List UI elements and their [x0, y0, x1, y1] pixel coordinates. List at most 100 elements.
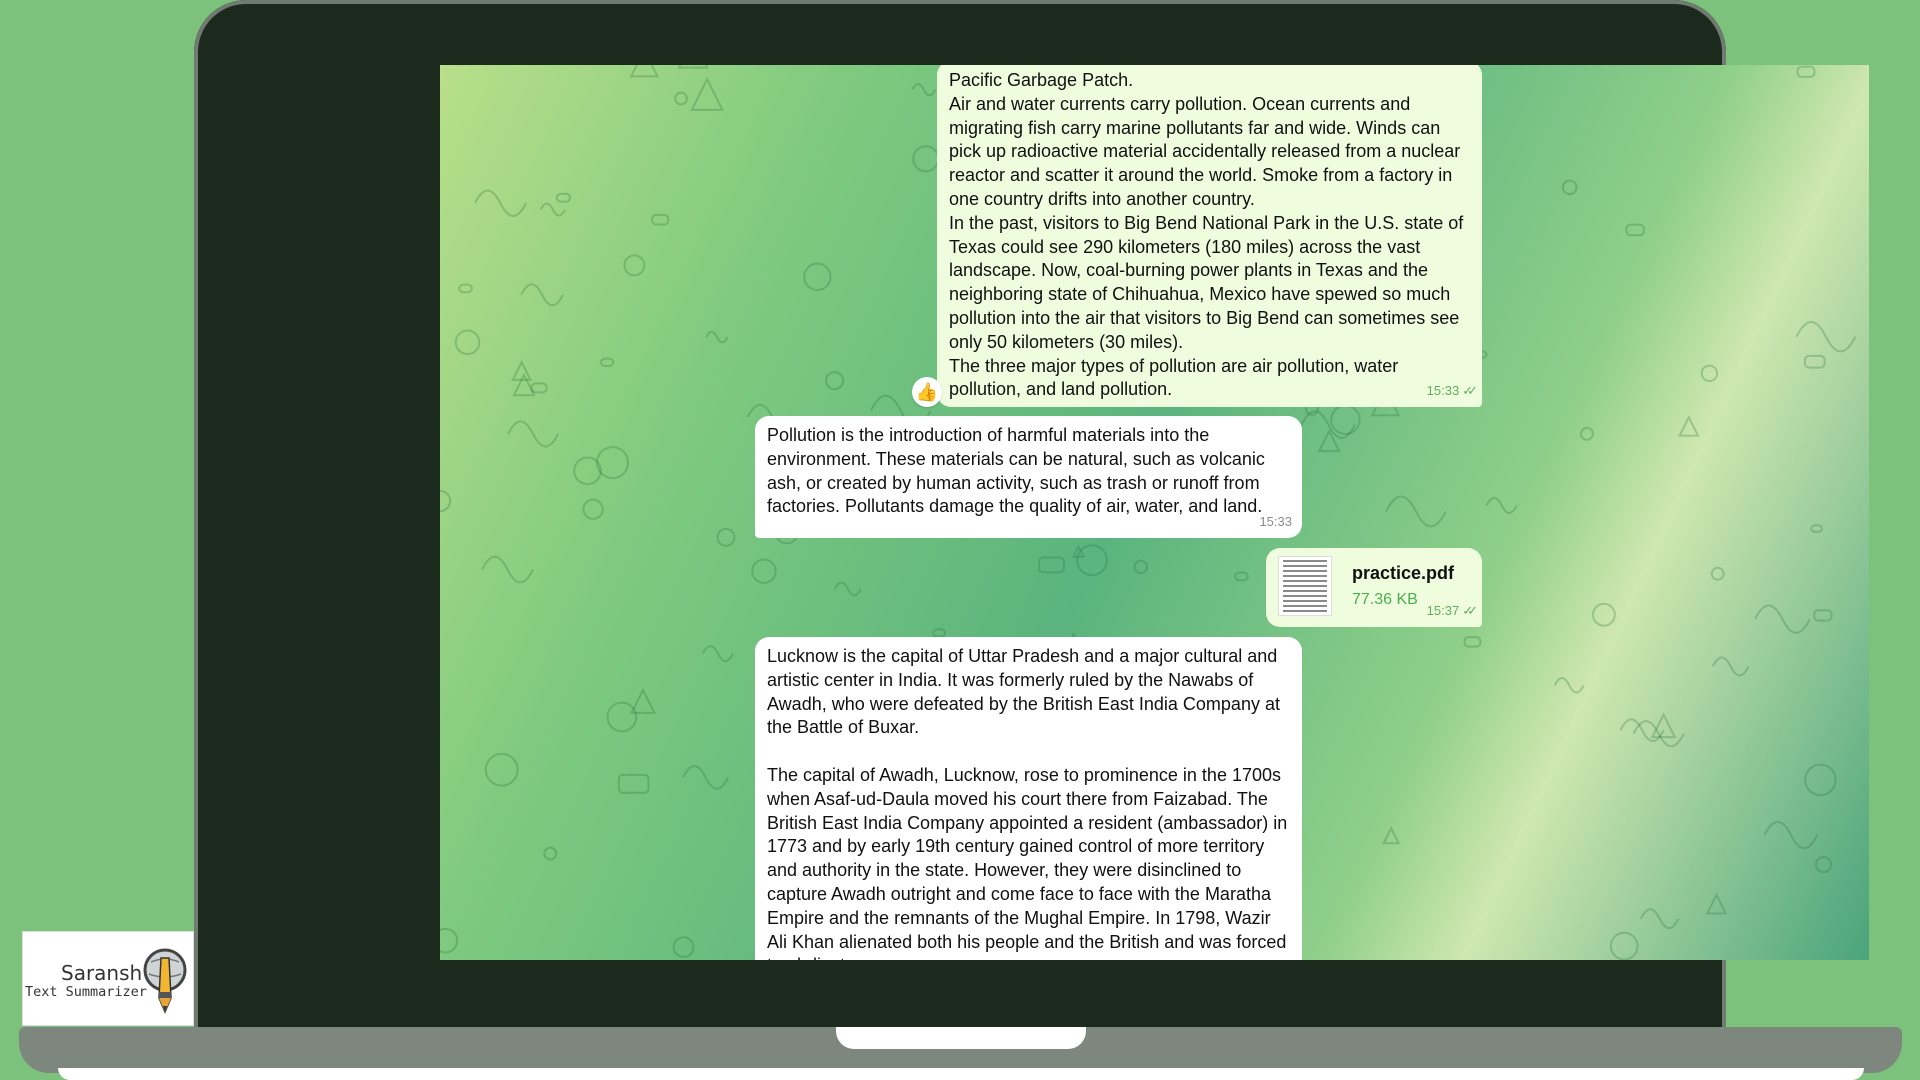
wallpaper-doodle	[606, 701, 638, 733]
wallpaper-doodle	[1711, 656, 1750, 677]
wallpaper-doodle	[672, 936, 695, 959]
wallpaper-doodle	[629, 65, 660, 78]
wallpaper-doodle	[596, 446, 630, 480]
wallpaper-doodle	[1803, 354, 1826, 369]
wallpaper-doodle	[1580, 426, 1594, 441]
wallpaper-doodle	[1795, 321, 1857, 353]
wallpaper-doodle	[1639, 908, 1680, 930]
wallpaper-doodle	[1814, 856, 1832, 874]
wallpaper-doodle	[716, 527, 736, 547]
saransh-logo: Saransh Text Summarizer	[22, 931, 194, 1026]
outgoing-message-1[interactable]: Pacific Garbage Patch. Air and water cur…	[937, 65, 1482, 407]
wallpaper-doodle	[600, 357, 615, 368]
wallpaper-doodle	[1133, 559, 1149, 575]
wallpaper-doodle	[1485, 496, 1518, 514]
laptop-frame: Pacific Garbage Patch. Air and water cur…	[194, 0, 1869, 1040]
incoming-message-1[interactable]: Pollution is the introduction of harmful…	[755, 416, 1302, 538]
thumbs-up-reaction[interactable]: 👍	[912, 377, 942, 407]
wallpaper-doodle	[1796, 65, 1816, 78]
message-paragraph: The capital of Awadh, Lucknow, rose to p…	[767, 764, 1288, 960]
thumbs-up-icon: 👍	[915, 381, 939, 402]
message-paragraph: Lucknow is the capital of Uttar Pradesh …	[767, 646, 1280, 738]
wallpaper-doodle	[651, 213, 670, 226]
double-check-icon: ✓✓	[1462, 603, 1478, 619]
wallpaper-doodle	[1609, 931, 1639, 960]
wallpaper-doodle	[682, 765, 730, 790]
message-time: 15:37	[1426, 603, 1460, 619]
wallpaper-doodle	[1561, 179, 1578, 196]
wallpaper-doodle	[1677, 415, 1700, 437]
wallpaper-doodle	[1710, 566, 1725, 581]
wallpaper-doodle	[825, 371, 845, 391]
wallpaper-doodle	[1381, 825, 1401, 845]
wallpaper-doodle	[481, 555, 534, 584]
logo-title: Saransh	[61, 961, 143, 985]
double-check-icon: ✓✓	[1462, 383, 1478, 399]
wallpaper-doodle	[440, 489, 452, 513]
wallpaper-doodle	[677, 65, 710, 69]
wallpaper-doodle	[1330, 404, 1361, 436]
message-paragraph: Pacific Garbage Patch.	[949, 70, 1134, 90]
wallpaper-doodle	[484, 752, 519, 787]
laptop-hinge-notch	[836, 1027, 1086, 1049]
wallpaper-doodle	[1038, 556, 1065, 574]
outgoing-file-message[interactable]: practice.pdf 77.36 KB 15:37 ✓✓	[1266, 548, 1482, 627]
wallpaper-doodle	[530, 382, 548, 394]
wallpaper-doodle	[617, 773, 650, 794]
wallpaper-doodle	[1810, 524, 1823, 533]
wallpaper-doodle	[932, 628, 947, 638]
message-text: Pollution is the introduction of harmful…	[767, 425, 1265, 517]
message-time: 15:33	[1426, 383, 1460, 399]
wallpaper-doodle	[690, 76, 725, 111]
wallpaper-doodle	[1553, 677, 1585, 694]
wallpaper-doodle	[1076, 544, 1108, 577]
incoming-message-2[interactable]: Lucknow is the capital of Uttar Pradesh …	[755, 637, 1302, 960]
wallpaper-doodle	[751, 558, 777, 584]
pdf-file-icon[interactable]	[1278, 556, 1332, 616]
wallpaper-doodle	[539, 202, 566, 217]
wallpaper-doodle	[912, 145, 940, 173]
wallpaper-doodle	[511, 359, 533, 381]
wallpaper-doodle	[803, 262, 832, 292]
wallpaper-doodle	[473, 189, 527, 217]
message-paragraph: In the past, visitors to Big Bend Nation…	[949, 212, 1464, 352]
wallpaper-doodle	[1813, 609, 1833, 622]
wallpaper-doodle	[1763, 820, 1819, 850]
logo-subtitle: Text Summarizer	[25, 984, 147, 1000]
message-paragraph: Air and water currents carry pollution. …	[949, 93, 1461, 209]
wallpaper-doodle	[520, 283, 564, 307]
wallpaper-doodle	[1700, 364, 1719, 383]
message-meta: 15:37 ✓✓	[1426, 599, 1478, 623]
wallpaper-doodle	[705, 330, 729, 344]
wallpaper-doodle	[1591, 602, 1616, 627]
wallpaper-doodle	[1705, 892, 1728, 915]
pencil-globe-logo-icon	[143, 948, 187, 1014]
wallpaper-doodle	[507, 420, 559, 448]
wallpaper-doodle	[1625, 223, 1645, 237]
wallpaper-doodle	[1234, 571, 1249, 582]
message-meta: 15:33 ✓✓	[1426, 379, 1478, 403]
wallpaper-doodle	[1650, 712, 1677, 739]
wallpaper-doodle	[834, 581, 862, 597]
file-size: 77.36 KB	[1352, 591, 1418, 608]
message-time: 15:33	[1259, 514, 1292, 530]
wallpaper-doodle	[440, 927, 459, 954]
wallpaper-doodle	[674, 91, 688, 106]
wallpaper-doodle	[1754, 604, 1811, 634]
wallpaper-doodle	[623, 254, 646, 277]
wallpaper-doodle	[911, 82, 936, 97]
wallpaper-doodle	[1463, 636, 1482, 648]
wallpaper-doodle	[458, 283, 473, 294]
wallpaper-doodle	[1317, 428, 1341, 453]
wallpaper-doodle	[1385, 495, 1447, 528]
chat-window[interactable]: Pacific Garbage Patch. Air and water cur…	[440, 65, 1869, 960]
file-name[interactable]: practice.pdf	[1352, 562, 1454, 586]
wallpaper-doodle	[555, 192, 571, 203]
wallpaper-doodle	[454, 329, 481, 356]
wallpaper-doodle	[573, 456, 602, 486]
wallpaper-doodle	[582, 498, 604, 520]
wallpaper-doodle	[701, 644, 734, 663]
laptop-base-lip	[58, 1068, 1864, 1080]
wallpaper-doodle	[543, 846, 558, 861]
message-paragraph: The three major types of pollution are a…	[949, 355, 1399, 400]
